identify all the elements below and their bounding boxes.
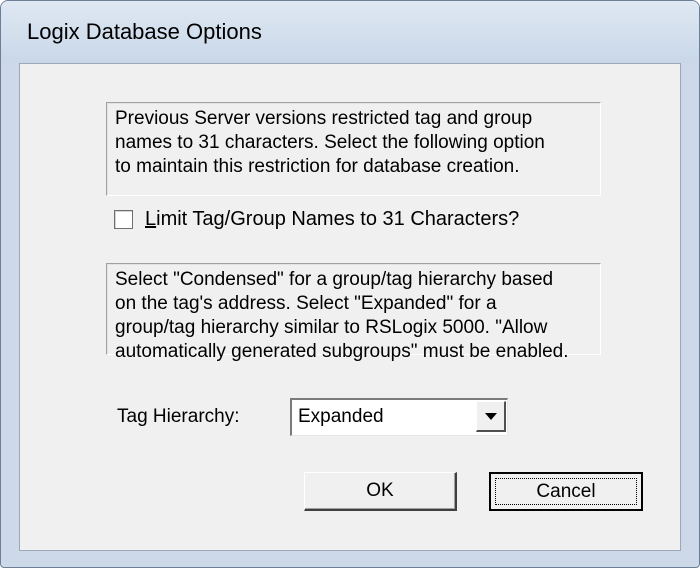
ok-button-label: OK — [366, 480, 394, 501]
limit-names-label-rest: imit Tag/Group Names to 31 Characters? — [156, 207, 520, 230]
limit-names-mnemonic: L — [145, 207, 157, 230]
limit-names-label[interactable]: Limit Tag/Group Names to 31 Characters? — [145, 208, 519, 231]
cancel-button[interactable]: Cancel — [489, 472, 643, 511]
title-bar[interactable]: Logix Database Options — [1, 1, 699, 63]
focus-rectangle: Cancel — [495, 478, 637, 505]
limit-names-checkbox-row[interactable]: Limit Tag/Group Names to 31 Characters? — [114, 205, 519, 233]
tag-hierarchy-value: Expanded — [298, 406, 384, 427]
limit-names-checkbox[interactable] — [114, 209, 133, 229]
dropdown-button[interactable] — [476, 401, 506, 432]
dialog-body: Previous Server versions restricted tag … — [19, 63, 681, 551]
cancel-button-label: Cancel — [536, 480, 596, 502]
window-title: Logix Database Options — [27, 19, 262, 44]
tag-hierarchy-label: Tag Hierarchy: — [117, 406, 240, 427]
dialog-window: Logix Database Options Previous Server v… — [0, 0, 700, 568]
chevron-down-icon — [484, 412, 497, 420]
name-restriction-info: Previous Server versions restricted tag … — [106, 102, 601, 196]
tag-hierarchy-select[interactable]: Expanded — [290, 398, 508, 436]
ok-button[interactable]: OK — [304, 472, 457, 511]
hierarchy-info: Select "Condensed" for a group/tag hiera… — [106, 263, 601, 362]
